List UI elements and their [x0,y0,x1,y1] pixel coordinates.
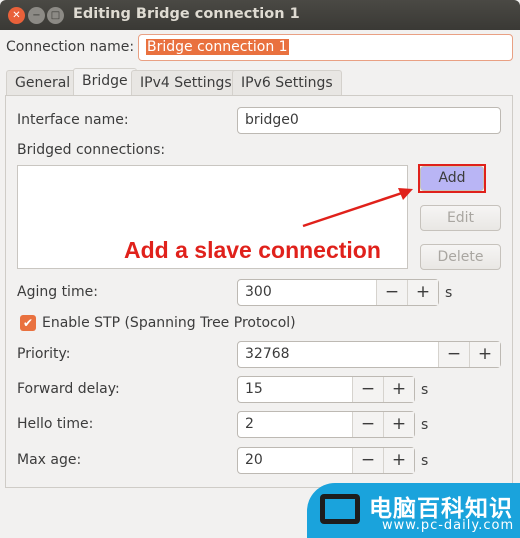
hello-unit: s [421,417,429,433]
minimize-button[interactable]: − [28,7,45,24]
forward-delay-value[interactable]: 15 [238,377,352,402]
watermark-url: www.pc-daily.com [382,518,515,533]
connection-name-value: Bridge connection 1 [146,39,289,55]
stp-checkbox[interactable]: ✔ [20,315,36,331]
connection-name-label: Connection name: [6,39,135,55]
interface-name-input[interactable]: bridge0 [237,107,501,134]
priority-spin[interactable]: 32768− + [237,341,501,368]
max-age-value[interactable]: 20 [238,448,352,473]
annotation-text: Add a slave connection [124,237,381,263]
watermark-logo: 电脑百科知识 www.pc-daily.com [307,483,520,538]
aging-time-value[interactable]: 300 [238,280,376,305]
increment-button[interactable]: + [383,377,414,402]
window-title: Editing Bridge connection 1 [73,6,300,22]
decrement-button[interactable]: − [376,280,407,305]
max-age-spin[interactable]: 20− + [237,447,415,474]
max-age-unit: s [421,453,429,469]
forward-unit: s [421,382,429,398]
interface-name-label: Interface name: [17,112,129,128]
close-button[interactable]: ✕ [8,7,25,24]
decrement-button[interactable]: − [438,342,469,367]
decrement-button[interactable]: − [352,448,383,473]
delete-button[interactable]: Delete [420,244,501,270]
monitor-icon [320,494,360,524]
increment-button[interactable]: + [469,342,500,367]
hello-time-spin[interactable]: 2− + [237,411,415,438]
forward-delay-spin[interactable]: 15− + [237,376,415,403]
increment-button[interactable]: + [407,280,438,305]
aging-unit: s [445,285,453,301]
increment-button[interactable]: + [383,448,414,473]
annotation-arrow [302,188,413,228]
priority-value[interactable]: 32768 [238,342,438,367]
bridged-connections-label: Bridged connections: [17,142,166,158]
aging-time-label: Aging time: [17,284,98,300]
forward-delay-label: Forward delay: [17,381,120,397]
increment-button[interactable]: + [383,412,414,437]
priority-label: Priority: [17,346,71,362]
add-button[interactable]: Add [420,166,484,191]
tab-bridge[interactable]: Bridge [73,68,137,95]
tab-ipv6[interactable]: IPv6 Settings [232,70,342,96]
tab-general[interactable]: General [6,70,80,96]
max-age-label: Max age: [17,452,82,468]
stp-label[interactable]: Enable STP (Spanning Tree Protocol) [42,315,296,331]
decrement-button[interactable]: − [352,377,383,402]
maximize-button[interactable]: □ [47,7,64,24]
decrement-button[interactable]: − [352,412,383,437]
hello-time-label: Hello time: [17,416,94,432]
hello-time-value[interactable]: 2 [238,412,352,437]
connection-name-input[interactable]: Bridge connection 1 [138,34,513,61]
tab-ipv4[interactable]: IPv4 Settings [131,70,241,96]
aging-time-spin[interactable]: 300− + [237,279,439,306]
edit-button[interactable]: Edit [420,205,501,231]
